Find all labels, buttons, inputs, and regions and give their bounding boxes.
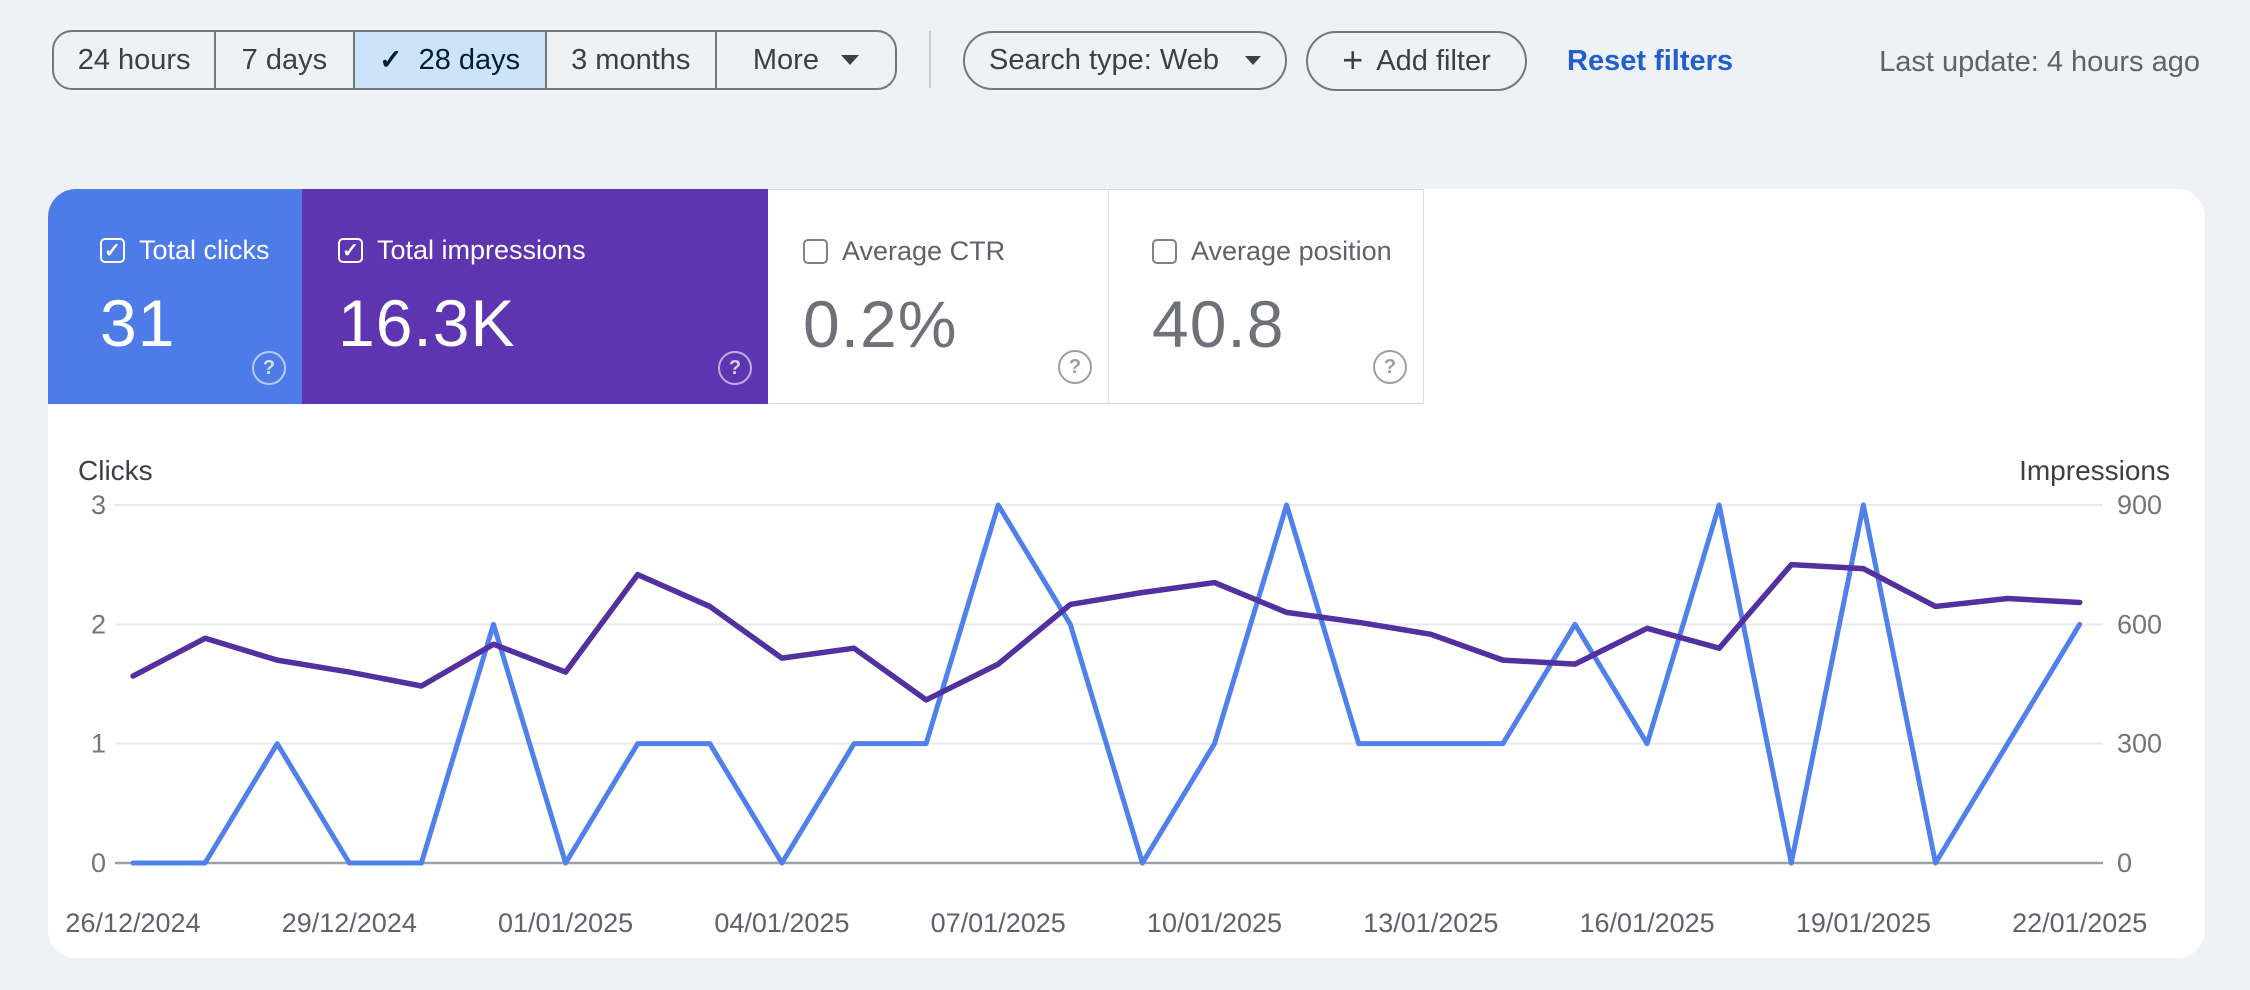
left-axis-tick: 2 [91,609,106,639]
x-axis-tick: 13/01/2025 [1363,908,1498,938]
search-console-performance-screen: 24 hours 7 days ✓ 28 days 3 months More … [0,0,2250,990]
x-axis-tick: 01/01/2025 [498,908,633,938]
left-axis-tick: 1 [91,729,106,759]
x-axis-tick: 16/01/2025 [1580,908,1715,938]
right-axis-title: Impressions [2019,455,2170,486]
x-axis-tick: 07/01/2025 [931,908,1066,938]
x-axis-tick: 29/12/2024 [282,908,417,938]
performance-line-chart[interactable]: 3 900 2 600 1 300 0 0 Clicks Impressions 26/12/202… [0,0,2250,990]
x-axis-tick: 10/01/2025 [1147,908,1282,938]
right-axis-tick: 0 [2117,848,2132,878]
x-axis-tick: 04/01/2025 [714,908,849,938]
x-axis-tick: 19/01/2025 [1796,908,1931,938]
right-axis-tick: 300 [2117,729,2162,759]
x-axis-tick: 22/01/2025 [2012,908,2147,938]
left-axis-tick: 0 [91,848,106,878]
left-axis-tick: 3 [91,490,106,520]
right-axis-tick: 600 [2117,609,2162,639]
impressions-line [130,561,2083,703]
left-axis-title: Clicks [78,455,153,486]
x-axis-tick: 26/12/2024 [65,908,200,938]
right-axis-tick: 900 [2117,490,2162,520]
